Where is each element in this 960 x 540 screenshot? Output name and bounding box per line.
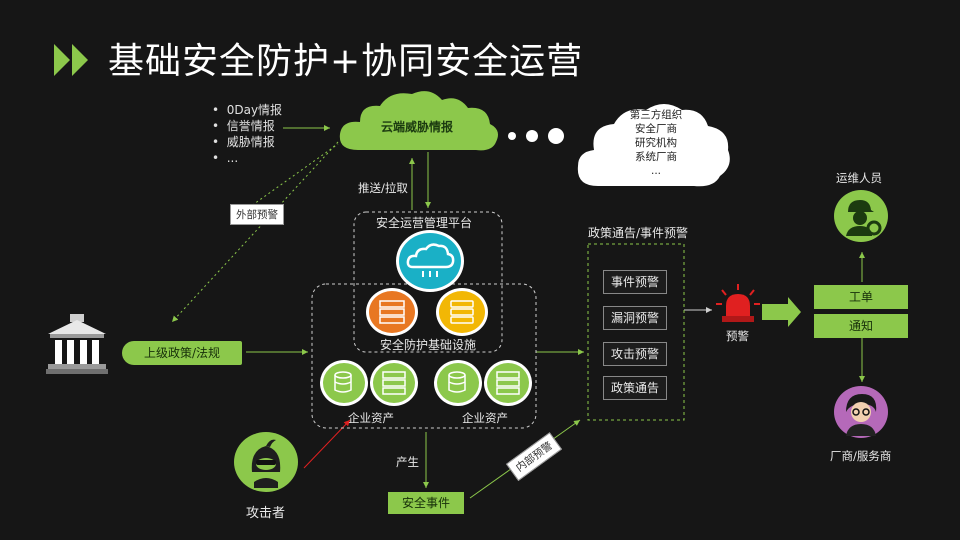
- alarm-siren-icon: [716, 284, 760, 322]
- third-party-line: ...: [650, 165, 661, 177]
- notify-label: 通知: [848, 319, 873, 333]
- server-icon: [436, 288, 488, 336]
- server-rack-icon: [484, 360, 532, 406]
- policy-regulation-bar: 上级政策/法规: [122, 341, 242, 365]
- alert-item: 漏洞预警: [603, 306, 667, 330]
- security-event-label: 安全事件: [401, 496, 450, 510]
- intel-bullet-item: • 信誉情报: [212, 119, 275, 133]
- firewall-icon: [366, 288, 418, 336]
- database-icon: [320, 360, 368, 406]
- ops-engineer-icon: [834, 190, 888, 242]
- policy-panel-title: 政策通告/事件预警: [588, 226, 689, 240]
- alert-item: 政策通告: [603, 376, 667, 400]
- produce-label: 产生: [396, 455, 419, 469]
- cloud-intel-label: 云端威胁情报: [380, 120, 453, 134]
- alarm-label: 预警: [726, 329, 749, 343]
- intel-bullet-item: • ...: [212, 151, 239, 165]
- vendor-label: 厂商/服务商: [830, 449, 892, 463]
- platform-cloud-icon: [396, 230, 464, 292]
- platform-label: 安全运营管理平台: [376, 216, 473, 230]
- work-order-label: 工单: [848, 290, 873, 304]
- asset-label-left: 企业资产: [348, 411, 394, 425]
- database-icon: [434, 360, 482, 406]
- title-arrows-icon: [54, 44, 88, 76]
- attacker-icon: [234, 432, 298, 492]
- third-party-line: 安全厂商: [635, 123, 677, 135]
- third-party-line: 第三方组织: [629, 109, 683, 121]
- government-building-icon: [46, 314, 108, 374]
- third-party-list: 第三方组织 安全厂商 研究机构 系统厂商 ...: [596, 108, 716, 178]
- external-warning-label: 外部预警: [230, 204, 284, 225]
- page-title: 基础安全防护+协同安全运营: [108, 41, 584, 82]
- asset-label-right: 企业资产: [462, 411, 508, 425]
- third-party-line: 系统厂商: [635, 151, 677, 163]
- alert-item: 事件预警: [603, 270, 667, 294]
- infra-label: 安全防护基础设施: [380, 338, 477, 352]
- vendor-avatar-icon: [834, 386, 888, 438]
- push-pull-label: 推送/拉取: [358, 181, 408, 195]
- intel-bullet-item: • 威胁情报: [212, 135, 275, 149]
- attacker-label: 攻击者: [246, 506, 286, 521]
- intel-bullet-list: • 0Day情报 • 信誉情报 • 威胁情报 • ...: [212, 102, 282, 166]
- work-order-button[interactable]: 工单: [814, 285, 908, 309]
- ops-label: 运维人员: [836, 171, 882, 185]
- security-event-box: 安全事件: [388, 492, 464, 514]
- notify-button[interactable]: 通知: [814, 314, 908, 338]
- third-party-line: 研究机构: [635, 137, 677, 149]
- policy-regulation-label: 上级政策/法规: [143, 346, 221, 360]
- intel-bullet-item: • 0Day情报: [212, 103, 283, 117]
- alert-item: 攻击预警: [603, 342, 667, 366]
- server-rack-icon: [370, 360, 418, 406]
